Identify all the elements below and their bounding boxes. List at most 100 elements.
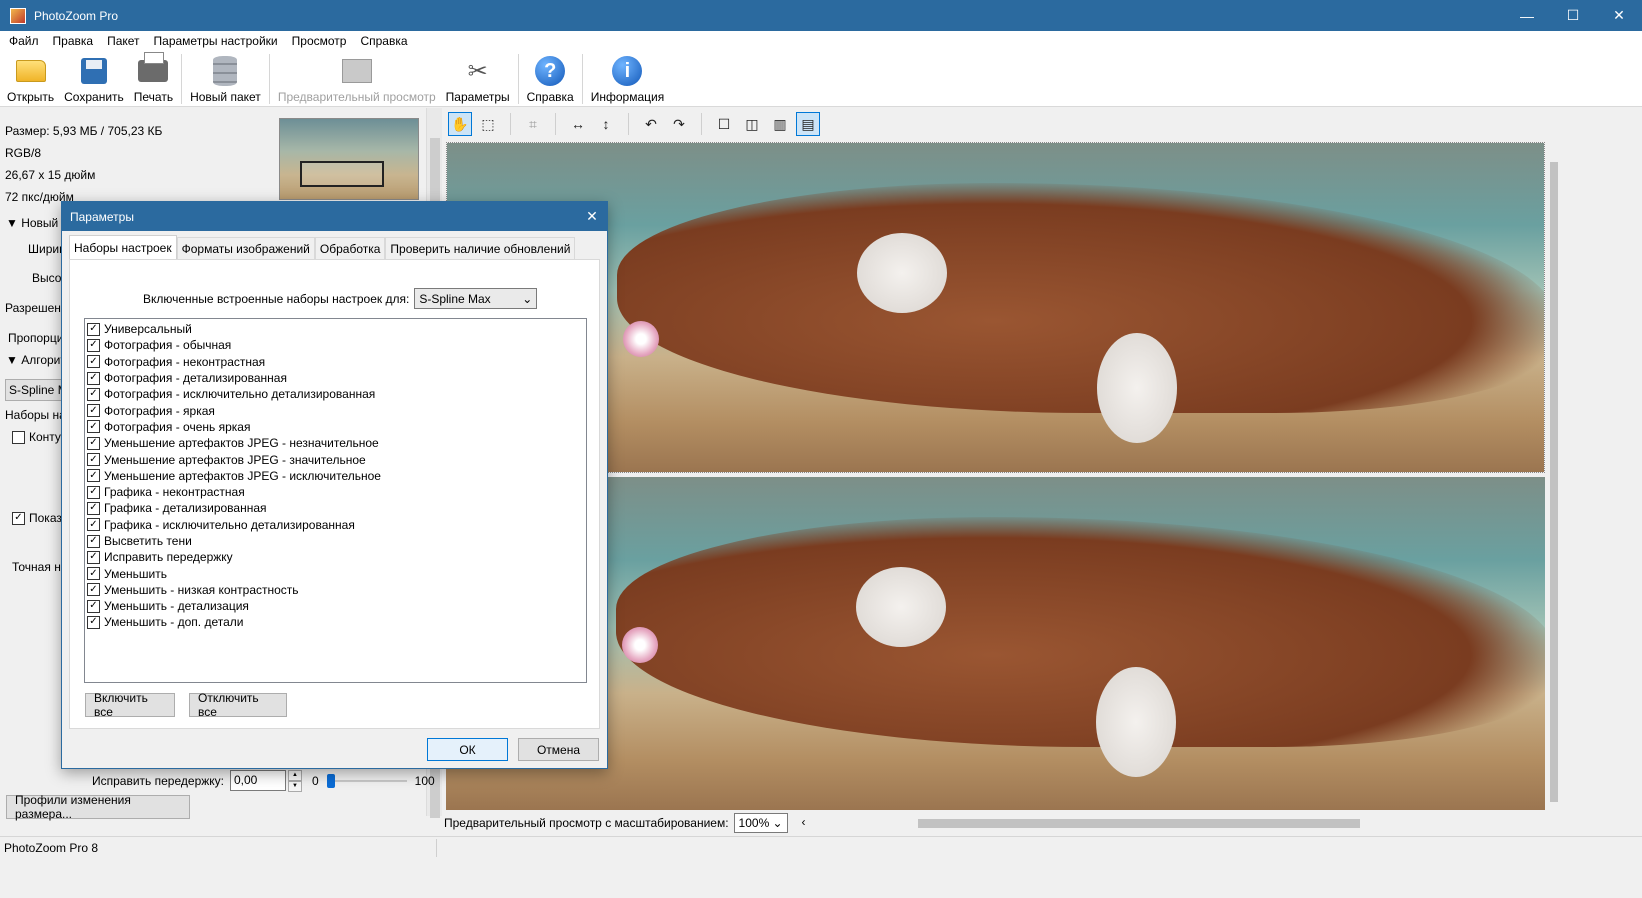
result-preview[interactable] [446, 477, 1545, 810]
preset-checkbox[interactable]: ✓ [87, 567, 100, 581]
zoom-select[interactable]: 100% ⌄ [733, 813, 788, 833]
preset-item-label: Уменьшение артефактов JPEG - исключитель… [104, 468, 381, 483]
split-horizontal-icon[interactable]: ▤ [796, 112, 820, 136]
rotate-right-icon[interactable]: ↷ [667, 112, 691, 136]
new-batch-button[interactable]: Новый пакет [185, 51, 266, 107]
preset-checkbox[interactable]: ✓ [87, 550, 100, 564]
preset-item-label: Фотография - исключительно детализирован… [104, 387, 376, 402]
preset-list-item[interactable]: ✓ Высветить тени [87, 533, 584, 549]
help-button[interactable]: ? Справка [522, 51, 579, 107]
preset-list-item[interactable]: ✓ Уменьшение артефактов JPEG - исключител… [87, 468, 584, 484]
hand-tool-icon[interactable]: ✋ [448, 112, 472, 136]
preset-list-item[interactable]: ✓ Фотография - очень яркая [87, 419, 584, 435]
single-view-icon[interactable]: ☐ [712, 112, 736, 136]
contour-option[interactable]: Контур [12, 430, 67, 444]
preset-list-item[interactable]: ✓ Фотография - неконтрастная [87, 354, 584, 370]
preset-list-item[interactable]: ✓ Графика - неконтрастная [87, 484, 584, 500]
menu-edit[interactable]: Правка [46, 34, 101, 48]
original-preview[interactable] [446, 142, 1545, 473]
preset-checkbox[interactable]: ✓ [87, 469, 100, 483]
scroll-left-icon[interactable]: ‹ [802, 815, 806, 829]
preset-checkbox[interactable]: ✓ [87, 371, 100, 385]
preset-list-item[interactable]: ✓ Фотография - детализированная [87, 370, 584, 386]
show-checkbox[interactable]: ✓ [12, 511, 25, 525]
preset-list-item[interactable]: ✓ Фотография - яркая [87, 402, 584, 418]
menu-settings[interactable]: Параметры настройки [147, 34, 285, 48]
toolbar-separator [181, 54, 183, 104]
minimize-button[interactable]: — [1504, 0, 1550, 31]
tab-processing[interactable]: Обработка [314, 237, 386, 259]
cancel-button[interactable]: Отмена [518, 738, 599, 761]
preset-checkbox[interactable]: ✓ [87, 355, 100, 369]
navigator-selection[interactable] [300, 161, 384, 187]
fix-exposure-input[interactable]: 0,00 [229, 770, 286, 791]
resize-profiles-button[interactable]: Профили изменения размера... [6, 793, 190, 821]
save-button[interactable]: Сохранить [59, 51, 129, 107]
slider-handle[interactable] [326, 773, 335, 788]
enable-all-button[interactable]: Включить все [85, 691, 175, 719]
preset-checkbox[interactable]: ✓ [87, 534, 100, 548]
crop-select-icon[interactable]: ⬚ [476, 112, 500, 136]
preset-list-item[interactable]: ✓ Уменьшение артефактов JPEG - значительн… [87, 451, 584, 467]
maximize-button[interactable]: ☐ [1550, 0, 1596, 31]
menu-batch[interactable]: Пакет [100, 34, 146, 48]
preset-checkbox[interactable]: ✓ [87, 615, 100, 629]
preset-checkbox[interactable]: ✓ [87, 436, 100, 450]
preview-horizontal-scrollbar[interactable]: ‹ [802, 815, 1562, 831]
preset-checkbox[interactable]: ✓ [87, 501, 100, 515]
preset-list-item[interactable]: ✓ Уменьшить [87, 565, 584, 581]
ok-button[interactable]: ОК [427, 738, 508, 761]
open-button[interactable]: Открыть [2, 51, 59, 107]
preset-checkbox[interactable]: ✓ [87, 404, 100, 418]
new-size-header[interactable]: ▼ Новый р [6, 216, 68, 230]
menu-file[interactable]: Файл [2, 34, 46, 48]
preset-list-item[interactable]: ✓ Универсальный [87, 321, 584, 337]
info-button[interactable]: i Информация [586, 51, 669, 107]
preset-select[interactable]: S-Spline Max ⌄ [414, 288, 538, 309]
preset-list-item[interactable]: ✓ Уменьшить - доп. детали [87, 614, 584, 630]
preview-button[interactable]: Предварительный просмотр [273, 51, 441, 107]
preset-list-item[interactable]: ✓ Уменьшить - низкая контрастность [87, 582, 584, 598]
fix-exposure-slider[interactable] [326, 773, 407, 788]
dialog-close-icon[interactable]: ✕ [577, 208, 607, 225]
tab-presets[interactable]: Наборы настроек [69, 235, 177, 259]
algorithm-select[interactable]: S-Spline M [5, 379, 68, 401]
contour-checkbox[interactable] [12, 430, 25, 444]
preset-list-item[interactable]: ✓ Уменьшение артефактов JPEG - незначител… [87, 435, 584, 451]
fit-width-icon[interactable]: ↔ [566, 112, 590, 136]
preset-checkbox[interactable]: ✓ [87, 322, 100, 336]
menu-help[interactable]: Справка [353, 34, 414, 48]
preset-checkbox[interactable]: ✓ [87, 485, 100, 499]
preview-vertical-scrollbar[interactable] [1546, 142, 1562, 810]
navigator-thumbnail[interactable] [279, 118, 419, 200]
split-vertical-icon[interactable]: ▥ [768, 112, 792, 136]
preset-list-item[interactable]: ✓ Графика - детализированная [87, 500, 584, 516]
preset-checkbox[interactable]: ✓ [87, 599, 100, 613]
preset-list-item[interactable]: ✓ Исправить передержку [87, 549, 584, 565]
print-button[interactable]: Печать [129, 51, 178, 107]
preset-checkbox[interactable]: ✓ [87, 518, 100, 532]
preset-checkbox[interactable]: ✓ [87, 338, 100, 352]
preset-list-item[interactable]: ✓ Графика - исключительно детализированна… [87, 517, 584, 533]
tab-updates[interactable]: Проверить наличие обновлений [385, 237, 576, 259]
preset-list-item[interactable]: ✓ Уменьшить - детализация [87, 598, 584, 614]
disable-all-button[interactable]: Отключить все [189, 691, 287, 719]
preset-checkbox[interactable]: ✓ [87, 453, 100, 467]
tab-image-formats[interactable]: Форматы изображений [176, 237, 315, 259]
preset-checkbox[interactable]: ✓ [87, 583, 100, 597]
preset-list-item[interactable]: ✓ Фотография - исключительно детализирова… [87, 386, 584, 402]
preset-list[interactable]: ✓ Универсальный ✓ Фотография - обычная ✓ Фото… [84, 318, 587, 683]
menu-view[interactable]: Просмотр [285, 34, 354, 48]
fix-exposure-spinner[interactable]: ▲ ▼ [287, 770, 302, 792]
settings-button[interactable]: ✂ Параметры [441, 51, 515, 107]
algorithm-header[interactable]: ▼ Алгорит [6, 353, 66, 367]
fit-height-icon[interactable]: ↕ [594, 112, 618, 136]
preset-list-item[interactable]: ✓ Фотография - обычная [87, 337, 584, 353]
split-vertical-mirror-icon[interactable]: ◫ [740, 112, 764, 136]
preset-checkbox[interactable]: ✓ [87, 387, 100, 401]
show-option[interactable]: ✓ Показ [12, 511, 62, 525]
rotate-left-icon[interactable]: ↶ [639, 112, 663, 136]
crop-icon[interactable]: ⌗ [521, 112, 545, 136]
preset-checkbox[interactable]: ✓ [87, 420, 100, 434]
close-button[interactable]: ✕ [1596, 0, 1642, 31]
